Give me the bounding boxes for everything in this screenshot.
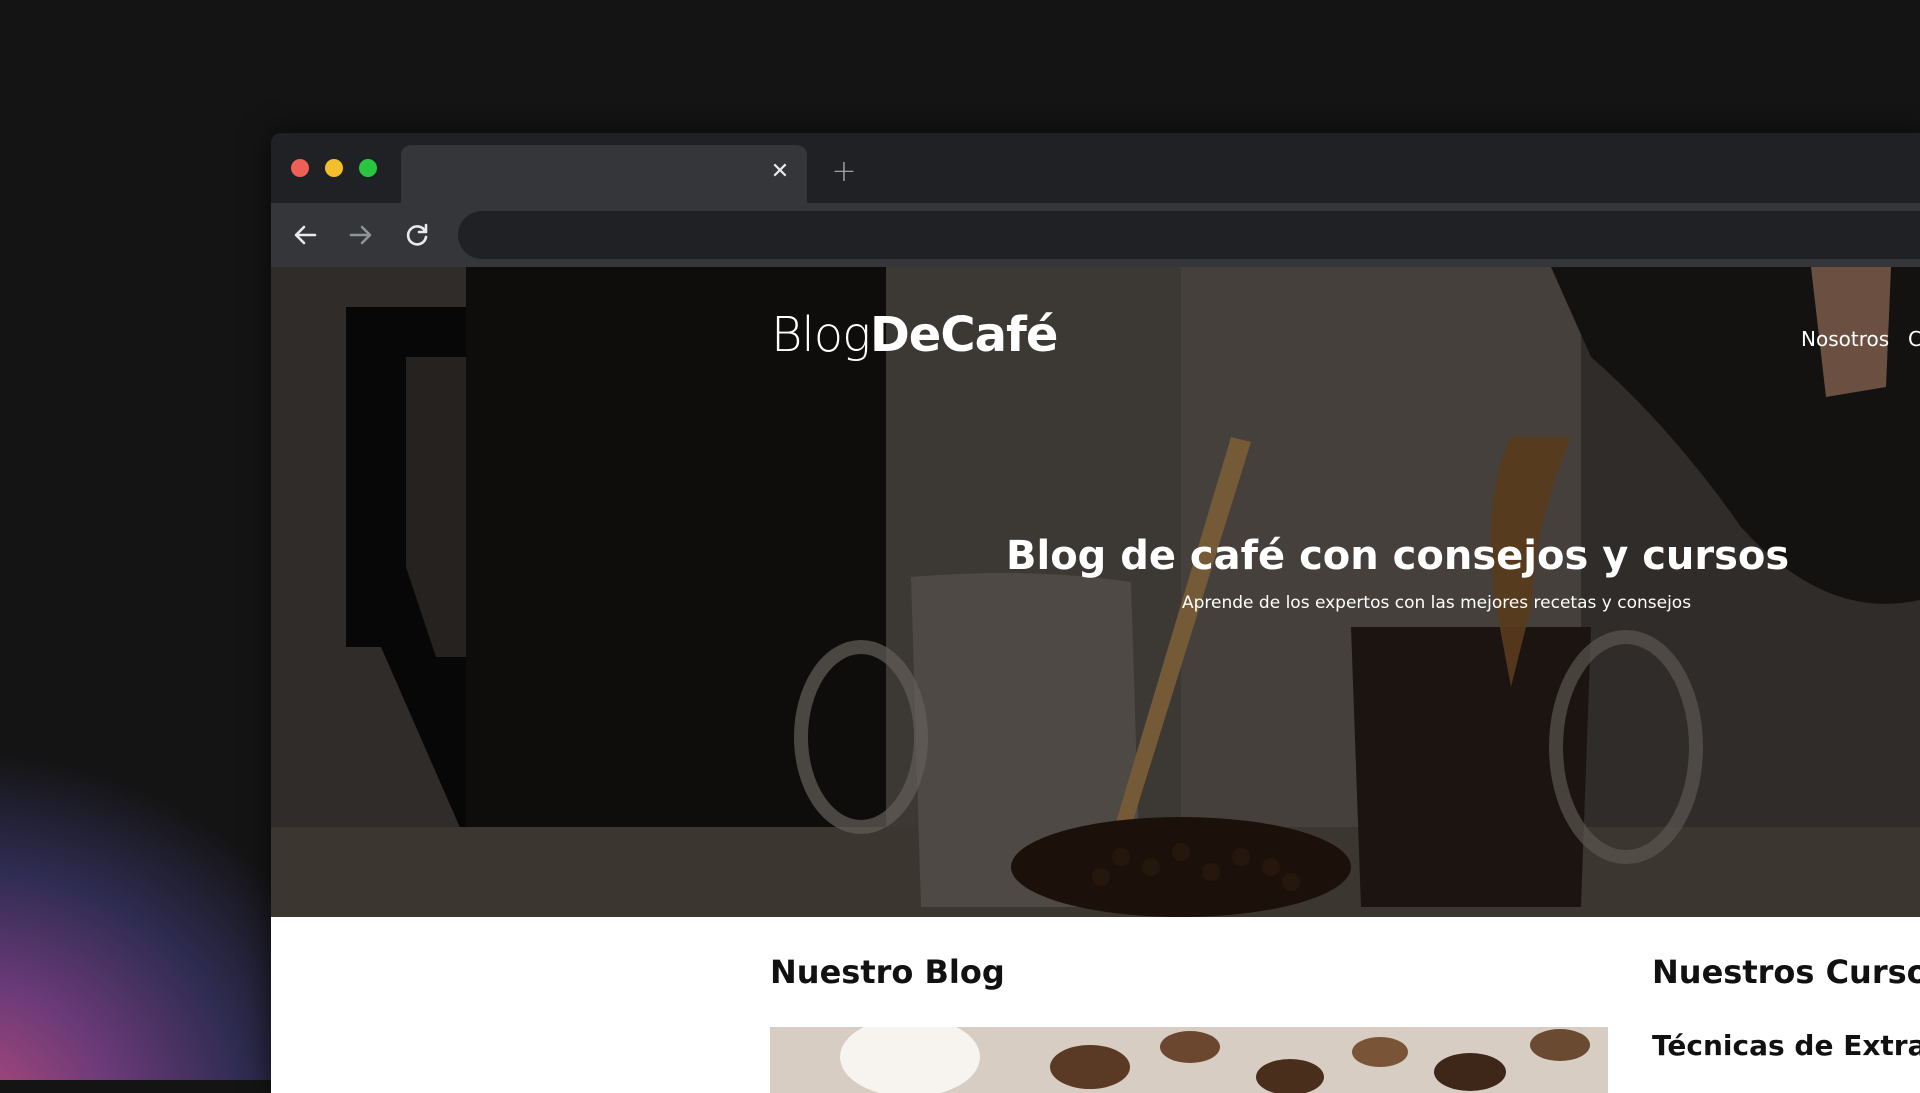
nav-link-next[interactable]: C <box>1908 327 1920 351</box>
back-button[interactable] <box>289 219 321 251</box>
reload-button[interactable] <box>401 219 433 251</box>
browser-titlebar: ✕ + <box>271 133 1920 203</box>
logo-text-light: Blog <box>771 307 871 363</box>
maximize-window-button[interactable] <box>359 159 377 177</box>
minimize-window-button[interactable] <box>325 159 343 177</box>
course-title[interactable]: Técnicas de Extracció <box>1652 1029 1920 1062</box>
hero-banner: BlogDeCafé Nosotros C Blog de café con c… <box>271 267 1920 917</box>
plus-icon[interactable]: + <box>829 157 859 187</box>
blog-heading: Nuestro Blog <box>770 953 1005 991</box>
browser-window: ✕ + BlogDeCafé Nosotros C Blog de café c… <box>271 133 1920 1093</box>
hero-title: Blog de café con consejos y cursos <box>1006 533 1790 579</box>
page-viewport: BlogDeCafé Nosotros C Blog de café con c… <box>271 267 1920 1093</box>
nav-link-nosotros[interactable]: Nosotros <box>1801 327 1889 351</box>
close-window-button[interactable] <box>291 159 309 177</box>
blog-image-graphic <box>770 1027 1608 1093</box>
hero-subtitle: Aprende de los expertos con las mejores … <box>1182 593 1692 613</box>
courses-heading: Nuestros Cursos y <box>1652 953 1920 991</box>
arrow-right-icon <box>349 225 372 245</box>
hero-overlay <box>271 267 1920 917</box>
reload-icon <box>406 223 428 246</box>
close-icon[interactable]: ✕ <box>767 159 793 185</box>
site-logo[interactable]: BlogDeCafé <box>771 307 1058 363</box>
browser-tab[interactable]: ✕ <box>401 145 807 203</box>
browser-toolbar <box>271 203 1920 267</box>
logo-text-bold: DeCafé <box>869 307 1058 363</box>
arrow-left-icon <box>294 225 317 245</box>
blog-post-image[interactable] <box>770 1027 1608 1093</box>
forward-button[interactable] <box>345 219 377 251</box>
address-bar[interactable] <box>458 211 1920 259</box>
